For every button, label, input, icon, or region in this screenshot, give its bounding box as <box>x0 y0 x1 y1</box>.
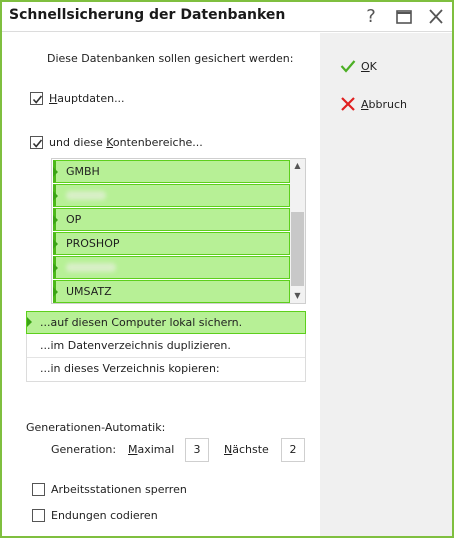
maximal-input[interactable]: 3 <box>185 438 209 462</box>
checkmark-icon <box>32 139 43 148</box>
generation-label: Generation: <box>51 443 117 456</box>
list-scrollbar[interactable]: ▲ ▼ <box>290 159 305 303</box>
checkmark-icon <box>340 60 356 73</box>
abbruch-label: Abbruch <box>361 97 408 111</box>
list-item[interactable]: UMSATZ <box>53 280 290 303</box>
target-option-copy[interactable]: ...in dieses Verzeichnis kopieren: <box>27 358 305 381</box>
maximize-icon <box>396 10 412 24</box>
sperren-checkbox[interactable] <box>32 483 45 496</box>
cancel-button[interactable]: Abbruch <box>340 97 407 111</box>
hauptdaten-checkbox[interactable] <box>30 92 43 105</box>
sperren-label: Arbeitsstationen sperren <box>51 483 187 496</box>
window-title: Schnellsicherung der Datenbanken <box>9 7 286 23</box>
close-icon <box>429 9 443 24</box>
pointer-icon <box>53 167 58 177</box>
list-item-redacted[interactable] <box>53 184 290 207</box>
kontenbereiche-label: und diese Kontenbereiche... <box>49 136 203 149</box>
redacted-text <box>66 191 106 200</box>
codieren-checkbox[interactable] <box>32 509 45 522</box>
scroll-up-icon[interactable]: ▲ <box>290 159 305 173</box>
pointer-icon <box>27 317 32 327</box>
naechste-label: Nächste <box>224 443 269 456</box>
list-item[interactable]: PROSHOP <box>53 232 290 255</box>
help-button[interactable]: ? <box>358 5 384 29</box>
ok-label: OK <box>361 59 377 73</box>
maximize-button[interactable] <box>391 5 417 29</box>
scrollbar-thumb[interactable] <box>291 212 304 286</box>
list-item-redacted[interactable] <box>53 256 290 279</box>
pointer-icon <box>53 263 58 273</box>
pointer-icon <box>53 239 58 249</box>
ok-button[interactable]: OK <box>340 59 377 73</box>
target-option-duplicate[interactable]: ...im Datenverzeichnis duplizieren. <box>27 335 305 358</box>
section-header: Diese Datenbanken sollen gesichert werde… <box>47 52 294 65</box>
checkmark-icon <box>32 95 43 104</box>
pointer-icon <box>53 287 58 297</box>
actions-pane: OK Abbruch <box>320 33 452 536</box>
generationen-title: Generationen-Automatik: <box>26 421 166 434</box>
title-bar: Schnellsicherung der Datenbanken ? <box>2 2 452 32</box>
pointer-icon <box>53 191 58 201</box>
scroll-down-icon[interactable]: ▼ <box>290 289 305 303</box>
hauptdaten-label: Hauptdaten... <box>49 92 125 105</box>
maximal-label: Maximal <box>128 443 175 456</box>
list-item[interactable]: OP <box>53 208 290 231</box>
close-button[interactable] <box>423 5 449 29</box>
kontenbereiche-checkbox-row[interactable]: und diese Kontenbereiche... <box>30 136 203 149</box>
kontenbereiche-checkbox[interactable] <box>30 136 43 149</box>
dialog-window: Schnellsicherung der Datenbanken ? Diese… <box>0 0 454 538</box>
kontenbereiche-list[interactable]: GMBH OP PROSHOP UMSATZ ▲ ▼ <box>51 158 306 304</box>
hauptdaten-checkbox-row[interactable]: Hauptdaten... <box>30 92 125 105</box>
options-pane: Diese Datenbanken sollen gesichert werde… <box>2 33 320 536</box>
target-option-local[interactable]: ...auf diesen Computer lokal sichern. <box>26 311 306 334</box>
naechste-input[interactable]: 2 <box>281 438 305 462</box>
cross-icon <box>341 97 355 111</box>
redacted-text <box>66 263 116 272</box>
codieren-checkbox-row[interactable]: Endungen codieren <box>32 509 158 522</box>
backup-target-list[interactable]: ...auf diesen Computer lokal sichern. ..… <box>26 311 306 382</box>
codieren-label: Endungen codieren <box>51 509 158 522</box>
sperren-checkbox-row[interactable]: Arbeitsstationen sperren <box>32 483 187 496</box>
pointer-icon <box>53 215 58 225</box>
list-item[interactable]: GMBH <box>53 160 290 183</box>
